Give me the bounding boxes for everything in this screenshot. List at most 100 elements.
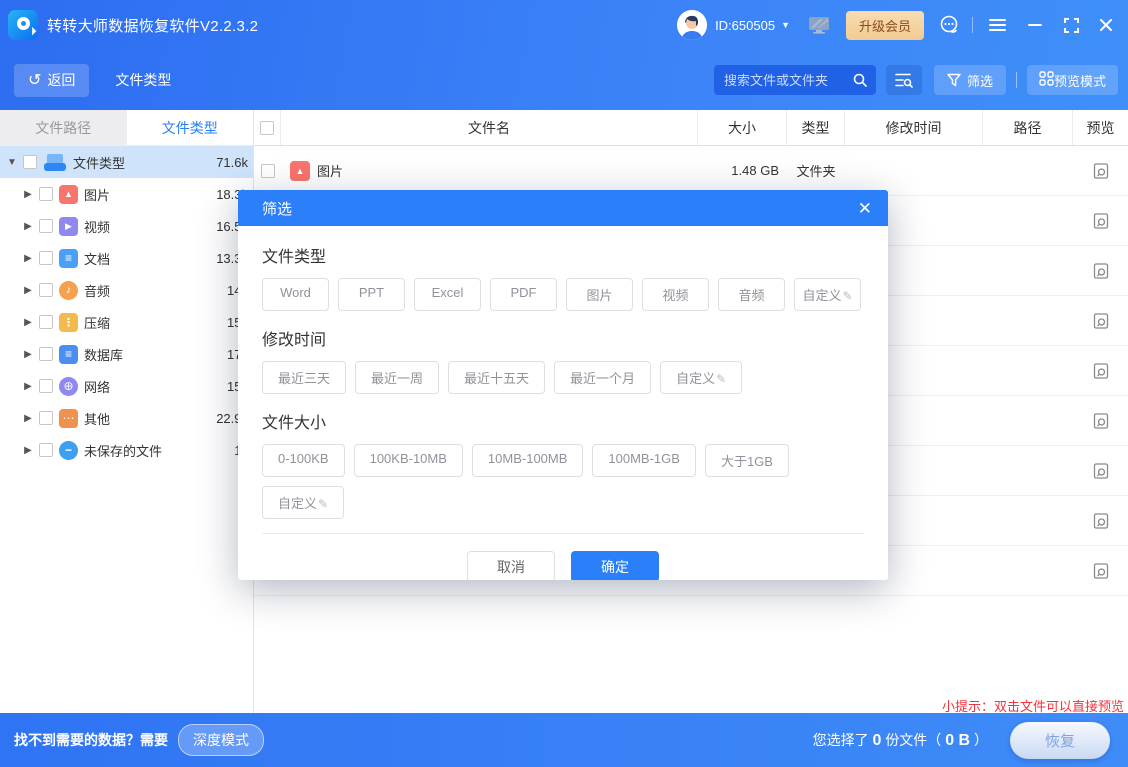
option-custom-time[interactable]: 自定义✎ (660, 361, 742, 394)
list-search-button[interactable] (886, 65, 922, 95)
checkbox[interactable] (39, 347, 53, 361)
option-ppt[interactable]: PPT (338, 278, 405, 311)
audio-icon: ♪ (59, 281, 78, 300)
preview-mode-button[interactable]: 预览模式 (1027, 65, 1118, 95)
network-icon: ⊕ (59, 377, 78, 396)
upgrade-member-button[interactable]: 升级会员 (846, 11, 924, 40)
column-path[interactable]: 路径 (983, 110, 1073, 145)
chevron-collapsed-icon[interactable]: ▶ (22, 445, 34, 456)
option-image[interactable]: 图片 (566, 278, 633, 311)
file-size: 1.48 GB (698, 163, 787, 178)
checkbox[interactable] (39, 411, 53, 425)
option-last-3-days[interactable]: 最近三天 (262, 361, 346, 394)
back-button[interactable]: ↺ 返回 (14, 64, 89, 97)
option-size-10mb-100mb[interactable]: 10MB-100MB (472, 444, 583, 477)
column-size[interactable]: 大小 (698, 110, 787, 145)
search-input[interactable] (724, 73, 852, 88)
checkbox[interactable] (39, 219, 53, 233)
chevron-collapsed-icon[interactable]: ▶ (22, 221, 34, 232)
table-row[interactable]: ▲ 图片 1.48 GB 文件夹 (254, 146, 1128, 196)
user-avatar[interactable] (677, 10, 707, 40)
preview-button[interactable] (1073, 562, 1128, 580)
sidebar-item-other[interactable]: ▶ ⋯ 其他 22.9k (0, 402, 253, 434)
option-custom-size[interactable]: 自定义✎ (262, 486, 344, 519)
preview-button[interactable] (1073, 162, 1128, 180)
cancel-button[interactable]: 取消 (467, 551, 555, 580)
sidebar-item-images[interactable]: ▶ ▲ 图片 18.3k (0, 178, 253, 210)
column-modified-time[interactable]: 修改时间 (845, 110, 983, 145)
option-last-month[interactable]: 最近一个月 (554, 361, 651, 394)
device-monitor-icon[interactable] (808, 16, 830, 34)
sidebar-item-audio[interactable]: ▶ ♪ 音频 14k (0, 274, 253, 306)
checkbox[interactable] (39, 187, 53, 201)
chevron-collapsed-icon[interactable]: ▶ (22, 349, 34, 360)
sidebar-item-network[interactable]: ▶ ⊕ 网络 15k (0, 370, 253, 402)
preview-button[interactable] (1073, 312, 1128, 330)
dialog-header[interactable]: 筛选 ✕ (238, 190, 888, 226)
back-button-label: 返回 (47, 70, 75, 90)
select-all-checkbox[interactable] (260, 121, 274, 135)
option-word[interactable]: Word (262, 278, 329, 311)
minimize-icon[interactable] (1028, 18, 1042, 32)
option-last-week[interactable]: 最近一周 (355, 361, 439, 394)
option-size-gt-1gb[interactable]: 大于1GB (705, 444, 789, 477)
column-type[interactable]: 类型 (787, 110, 845, 145)
sidebar-item-database[interactable]: ▶ ≡ 数据库 17k (0, 338, 253, 370)
search-box[interactable] (714, 65, 876, 95)
option-excel[interactable]: Excel (414, 278, 481, 311)
section-modified-time-label: 修改时间 (262, 326, 864, 350)
preview-button[interactable] (1073, 462, 1128, 480)
app-title: 转转大师数据恢复软件V2.2.3.2 (47, 15, 258, 36)
column-preview[interactable]: 预览 (1073, 110, 1128, 145)
option-size-100mb-1gb[interactable]: 100MB-1GB (592, 444, 696, 477)
preview-button[interactable] (1073, 412, 1128, 430)
chevron-collapsed-icon[interactable]: ▶ (22, 253, 34, 264)
option-audio[interactable]: 音频 (718, 278, 785, 311)
customer-service-icon[interactable] (938, 14, 960, 36)
menu-icon[interactable] (989, 18, 1006, 32)
checkbox[interactable] (39, 443, 53, 457)
chevron-expanded-icon[interactable]: ▼ (6, 157, 18, 168)
option-last-15-days[interactable]: 最近十五天 (448, 361, 545, 394)
sidebar-item-archives[interactable]: ▶ ⋮ 压缩 15k (0, 306, 253, 338)
option-size-100kb-10mb[interactable]: 100KB-10MB (354, 444, 463, 477)
option-custom-type[interactable]: 自定义✎ (794, 278, 861, 311)
recover-button[interactable]: 恢复 (1010, 722, 1110, 759)
confirm-button[interactable]: 确定 (571, 551, 659, 580)
checkbox[interactable] (23, 155, 37, 169)
search-icon[interactable] (852, 72, 868, 88)
chevron-collapsed-icon[interactable]: ▶ (22, 285, 34, 296)
checkbox[interactable] (39, 315, 53, 329)
column-filename[interactable]: 文件名 (281, 110, 698, 145)
sidebar-item-documents[interactable]: ▶ ≡ 文档 13.3k (0, 242, 253, 274)
sidebar-item-file-type[interactable]: ▼ 文件类型 71.6k (0, 146, 253, 178)
checkbox[interactable] (39, 283, 53, 297)
sidebar-item-videos[interactable]: ▶ ▶ 视频 16.5k (0, 210, 253, 242)
option-size-0-100kb[interactable]: 0-100KB (262, 444, 345, 477)
user-id[interactable]: ID:650505 (715, 18, 775, 33)
option-pdf[interactable]: PDF (490, 278, 557, 311)
preview-button[interactable] (1073, 212, 1128, 230)
preview-button[interactable] (1073, 262, 1128, 280)
chevron-down-icon[interactable]: ▼ (781, 20, 790, 30)
sidebar-item-unsaved[interactable]: ▶ − 未保存的文件 1k (0, 434, 253, 466)
chevron-collapsed-icon[interactable]: ▶ (22, 317, 34, 328)
pencil-icon: ✎ (716, 372, 726, 386)
filter-button[interactable]: 筛选 (934, 65, 1006, 95)
close-icon[interactable] (1099, 18, 1113, 32)
preview-button[interactable] (1073, 512, 1128, 530)
preview-button[interactable] (1073, 362, 1128, 380)
checkbox[interactable] (39, 379, 53, 393)
chevron-collapsed-icon[interactable]: ▶ (22, 189, 34, 200)
chevron-collapsed-icon[interactable]: ▶ (22, 413, 34, 424)
checkbox[interactable] (39, 251, 53, 265)
tab-file-type[interactable]: 文件类型 (127, 110, 254, 145)
dialog-close-icon[interactable]: ✕ (858, 200, 872, 217)
unsaved-file-icon: − (59, 441, 78, 460)
chevron-collapsed-icon[interactable]: ▶ (22, 381, 34, 392)
tab-file-path[interactable]: 文件路径 (0, 110, 127, 145)
row-checkbox[interactable] (261, 164, 275, 178)
deep-mode-button[interactable]: 深度模式 (178, 724, 264, 756)
maximize-icon[interactable] (1064, 18, 1079, 33)
option-video[interactable]: 视频 (642, 278, 709, 311)
